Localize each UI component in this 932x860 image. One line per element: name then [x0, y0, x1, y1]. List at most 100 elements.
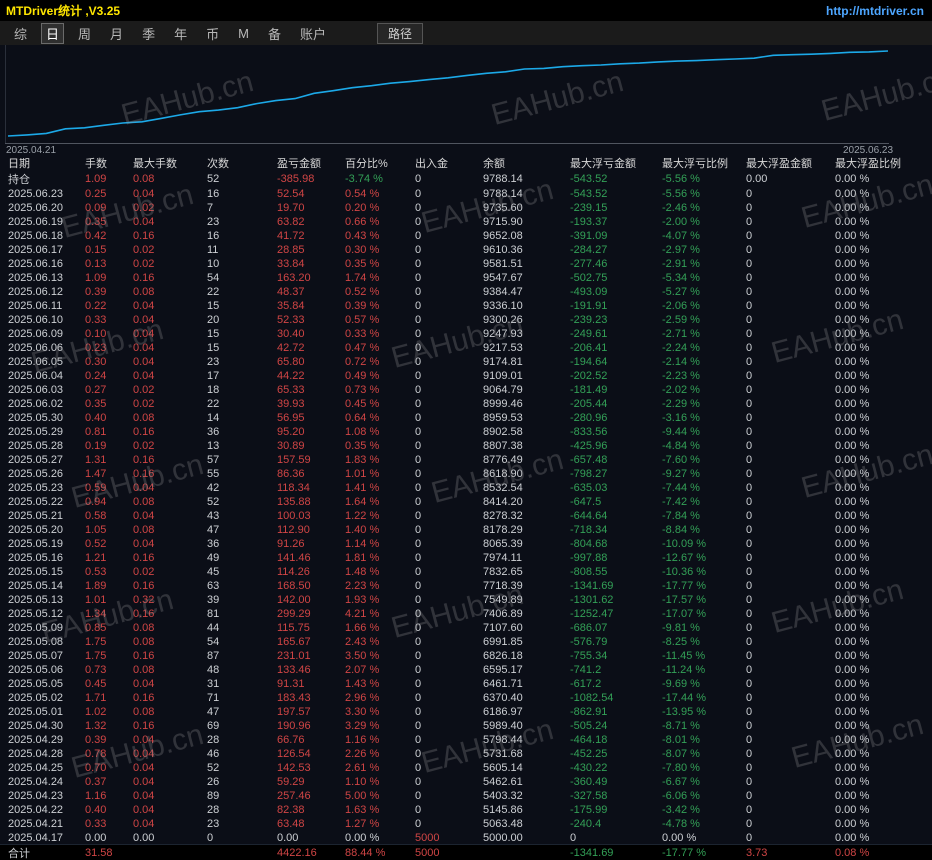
cell-4: 28.85: [277, 244, 305, 256]
cell-11: 0.00 %: [835, 202, 870, 214]
table-row[interactable]: 2025.04.21 0.33 0.04 23 63.48 1.27 % 0 5063.48 -…: [0, 817, 924, 831]
menu-tab-6[interactable]: 年: [169, 23, 192, 44]
table-row[interactable]: 2025.05.01 1.02 0.08 47 197.57 3.30 % 0 6186.97…: [0, 705, 924, 719]
cell-1: 0.81: [85, 426, 107, 438]
cell-7: 9735.60: [483, 202, 523, 214]
cell-7: 6826.18: [483, 650, 523, 662]
cell-7: 7974.11: [483, 552, 522, 564]
cell-9: -6.67 %: [662, 776, 700, 788]
cell-3: 11: [207, 244, 219, 256]
cell-2: 0.04: [133, 328, 155, 340]
table-row[interactable]: 2025.05.09 0.85 0.08 44 115.75 1.66 % 0 7107.60…: [0, 621, 924, 635]
table-row[interactable]: 2025.05.27 1.31 0.16 57 157.59 1.83 % 0 8776.49…: [0, 453, 924, 467]
table-row[interactable]: 2025.05.23 0.59 0.04 42 118.34 1.41 % 0 8532.54…: [0, 481, 924, 495]
cell-9: -11.45 %: [662, 650, 706, 662]
cell-8: -798.27: [570, 468, 608, 480]
table-row[interactable]: 2025.05.13 1.01 0.32 39 142.00 1.93 % 0 7549.89…: [0, 593, 924, 607]
table-row[interactable]: 2025.06.19 0.35 0.04 23 63.82 0.66 % 0 9715.90 -…: [0, 215, 924, 229]
table-row[interactable]: 2025.06.10 0.33 0.04 20 52.33 0.57 % 0 9300.26 -…: [0, 313, 924, 327]
table-row[interactable]: 2025.05.26 1.47 0.16 55 86.36 1.01 % 0 8618.90 -…: [0, 467, 924, 481]
table-row[interactable]: 2025.06.09 0.10 0.04 15 30.40 0.33 % 0 9247.93 -…: [0, 327, 924, 341]
table-row[interactable]: 2025.06.06 0.23 0.04 15 42.72 0.47 % 0 9217.53 -…: [0, 341, 924, 355]
table-row[interactable]: 2025.05.02 1.71 0.16 71 183.43 2.96 % 0 6370.40…: [0, 691, 924, 705]
table-row[interactable]: 2025.04.29 0.39 0.04 28 66.76 1.16 % 0 5798.44 -…: [0, 733, 924, 747]
column-header-8: 余额: [483, 158, 505, 170]
table-row[interactable]: 2025.06.05 0.30 0.04 23 65.80 0.72 % 0 9174.81 -…: [0, 355, 924, 369]
menu-tab-10[interactable]: 账户: [295, 23, 331, 44]
path-button[interactable]: 路径: [376, 22, 423, 44]
table-row[interactable]: 2025.05.14 1.89 0.16 63 168.50 2.23 % 0 7718.39…: [0, 579, 924, 593]
cell-1: 1.34: [85, 608, 107, 620]
cell-6: 0: [415, 258, 422, 270]
table-row[interactable]: 2025.04.25 0.70 0.04 52 142.53 2.61 % 0 5605.14…: [0, 761, 924, 775]
table-row[interactable]: 2025.06.02 0.35 0.02 22 39.93 0.45 % 0 8999.46 -…: [0, 397, 924, 411]
table-row[interactable]: 2025.05.20 1.05 0.08 47 112.90 1.40 % 0 8178.29…: [0, 523, 924, 537]
table-row[interactable]: 2025.04.17 0.00 0.00 0 0.00 0.00 % 5000 5000.00…: [0, 831, 924, 845]
cell-10: 0: [746, 594, 753, 606]
cell-5: 0.00 %: [345, 832, 380, 844]
table-row[interactable]: 2025.05.19 0.52 0.04 36 91.26 1.14 % 0 8065.39 -…: [0, 537, 924, 551]
table-row[interactable]: 2025.06.17 0.15 0.02 11 28.85 0.30 % 0 9610.36 -…: [0, 243, 924, 257]
cell-5: 1.40 %: [345, 524, 380, 536]
cell-9: -17.57 %: [662, 594, 707, 606]
cell-0: 2025.05.06: [8, 664, 64, 676]
cell-10: 0: [746, 510, 753, 522]
table-row[interactable]: 2025.05.05 0.45 0.04 31 91.31 1.43 % 0 6461.71 -…: [0, 677, 924, 691]
cell-1: 1.75: [85, 650, 107, 662]
table-row[interactable]: 2025.06.18 0.42 0.16 16 41.72 0.43 % 0 9652.08 -…: [0, 229, 924, 243]
table-row[interactable]: 2025.06.12 0.39 0.08 22 48.37 0.52 % 0 9384.47 -…: [0, 285, 924, 299]
cell-4: 33.84: [277, 258, 305, 270]
table-row[interactable]: 2025.04.28 0.78 0.04 46 126.54 2.26 % 0 5731.68…: [0, 747, 924, 761]
cell-4: 112.90: [277, 524, 310, 536]
cell-9: -9.69 %: [662, 678, 700, 690]
table-row[interactable]: 2025.06.16 0.13 0.02 10 33.84 0.35 % 0 9581.51 -…: [0, 257, 924, 271]
table-row[interactable]: 2025.06.11 0.22 0.04 15 35.84 0.39 % 0 9336.10 -…: [0, 299, 924, 313]
table-row[interactable]: 2025.05.08 1.75 0.08 54 165.67 2.43 % 0 6991.85…: [0, 635, 924, 649]
cell-0: 2025.06.13: [8, 272, 64, 284]
table-row[interactable]: 2025.06.13 1.09 0.16 54 163.20 1.74 % 0 9547.67…: [0, 271, 924, 285]
table-row[interactable]: 持仓 1.09 0.08 52 -385.98 -3.74 % 0 9788.14 -543.5…: [0, 171, 924, 187]
cell-5: 1.22 %: [345, 510, 380, 522]
table-row[interactable]: 2025.05.29 0.81 0.16 36 95.20 1.08 % 0 8902.58 -…: [0, 425, 924, 439]
table-row[interactable]: 2025.06.23 0.25 0.04 16 52.54 0.54 % 0 9788.14 -…: [0, 187, 924, 201]
table-row[interactable]: 2025.05.21 0.58 0.04 43 100.03 1.22 % 0 8278.32…: [0, 509, 924, 523]
cell-0: 2025.06.11: [8, 300, 63, 312]
table-row[interactable]: 2025.05.12 1.34 0.16 81 299.29 4.21 % 0 7406.89…: [0, 607, 924, 621]
menu-tab-5[interactable]: 季: [137, 23, 160, 44]
menu-tab-9[interactable]: 备: [263, 23, 286, 44]
cell-8: -175.99: [570, 804, 608, 816]
table-row[interactable]: 2025.05.15 0.53 0.02 45 114.26 1.48 % 0 7832.65…: [0, 565, 924, 579]
table-row[interactable]: 2025.06.03 0.27 0.02 18 65.33 0.73 % 0 9064.79 -…: [0, 383, 924, 397]
cell-1: 1.89: [85, 580, 107, 592]
menu-tab-3[interactable]: 周: [73, 23, 96, 44]
table-row[interactable]: 2025.04.23 1.16 0.04 89 257.46 5.00 % 0 5403.32…: [0, 789, 924, 803]
cell-7: 9300.26: [483, 314, 523, 326]
cell-9: -2.59 %: [662, 314, 700, 326]
menu-tab-8[interactable]: M: [233, 25, 254, 42]
table-row[interactable]: 2025.06.20 0.09 0.02 7 19.70 0.20 % 0 9735.60 -2…: [0, 201, 924, 215]
table-row[interactable]: 2025.04.30 1.32 0.16 69 190.96 3.29 % 0 5989.40…: [0, 719, 924, 733]
table-row[interactable]: 2025.04.22 0.40 0.04 28 82.38 1.63 % 0 5145.86 -…: [0, 803, 924, 817]
table-row[interactable]: 2025.05.16 1.21 0.16 49 141.46 1.81 % 0 7974.11…: [0, 551, 924, 565]
cell-8: -862.91: [570, 706, 608, 718]
table-row[interactable]: 2025.05.28 0.19 0.02 13 30.89 0.35 % 0 8807.38 -…: [0, 439, 924, 453]
table-row[interactable]: 2025.05.06 0.73 0.08 48 133.46 2.07 % 0 6595.17…: [0, 663, 924, 677]
cell-1: 0.35: [85, 398, 107, 410]
table-row[interactable]: 2025.05.22 0.94 0.08 52 135.88 1.64 % 0 8414.20…: [0, 495, 924, 509]
site-url-link[interactable]: http://mtdriver.cn: [826, 4, 932, 18]
menu-tab-7[interactable]: 币: [201, 23, 224, 44]
cell-5: 1.83 %: [345, 454, 380, 466]
table-row[interactable]: 2025.04.24 0.37 0.04 26 59.29 1.10 % 0 5462.61 -…: [0, 775, 924, 789]
table-row[interactable]: 2025.05.30 0.40 0.08 14 56.95 0.64 % 0 8959.53 -…: [0, 411, 924, 425]
cell-8: -277.46: [570, 258, 608, 270]
table-row[interactable]: 2025.06.04 0.24 0.04 17 44.22 0.49 % 0 9109.01 -…: [0, 369, 924, 383]
menu-tab-2[interactable]: 日: [41, 22, 65, 44]
cell-1: 0.19: [85, 440, 107, 452]
cell-6: 0: [415, 762, 422, 774]
cell-10: 0: [746, 706, 753, 718]
cell-3: 13: [207, 440, 220, 452]
menu-tab-4[interactable]: 月: [105, 23, 128, 44]
cell-4: 231.01: [277, 650, 311, 662]
menu-tab-1[interactable]: 综: [9, 23, 32, 44]
table-row[interactable]: 2025.05.07 1.75 0.16 87 231.01 3.50 % 0 6826.18…: [0, 649, 924, 663]
